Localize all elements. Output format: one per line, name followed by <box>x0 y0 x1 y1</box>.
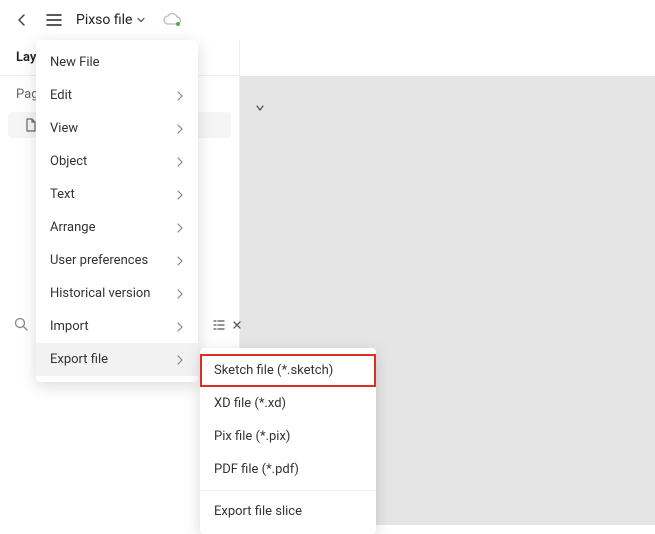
menu-item-label: User preferences <box>50 253 148 268</box>
file-title-dropdown[interactable]: Pixso file <box>76 12 146 28</box>
menu-item-label: Import <box>50 319 89 334</box>
list-icon[interactable] <box>212 318 226 332</box>
menu-item-edit[interactable]: Edit <box>36 79 198 112</box>
menu-toggle-button[interactable] <box>44 10 64 30</box>
submenu-item-xd[interactable]: XD file (*.xd) <box>200 387 376 420</box>
menu-item-arrange[interactable]: Arrange <box>36 211 198 244</box>
menu-item-label: Historical version <box>50 286 151 301</box>
search-icon <box>14 317 28 331</box>
menu-item-text[interactable]: Text <box>36 178 198 211</box>
menu-item-label: New File <box>50 55 100 70</box>
list-controls <box>212 318 242 332</box>
topbar: Pixso file <box>0 0 655 40</box>
chevron-right-icon <box>176 157 184 167</box>
chevron-right-icon <box>176 289 184 299</box>
submenu-divider <box>200 490 376 491</box>
menu-item-label: Arrange <box>50 220 95 235</box>
chevron-right-icon <box>176 322 184 332</box>
close-icon[interactable] <box>232 320 242 330</box>
chevron-right-icon <box>176 355 184 365</box>
chevron-right-icon <box>176 223 184 233</box>
file-title-text: Pixso file <box>76 12 132 28</box>
chevron-right-icon <box>176 124 184 134</box>
menu-item-label: Text <box>50 187 75 202</box>
menu-item-history[interactable]: Historical version <box>36 277 198 310</box>
menu-item-label: View <box>50 121 78 136</box>
menu-item-label: Object <box>50 154 87 169</box>
submenu-item-sketch[interactable]: Sketch file (*.sketch) <box>200 354 376 387</box>
chevron-right-icon <box>176 256 184 266</box>
menu-item-user-prefs[interactable]: User preferences <box>36 244 198 277</box>
menu-item-export-file[interactable]: Export file <box>36 343 198 376</box>
menu-item-object[interactable]: Object <box>36 145 198 178</box>
canvas-toolbar <box>248 96 272 120</box>
chevron-right-icon <box>176 190 184 200</box>
submenu-item-pix[interactable]: Pix file (*.pix) <box>200 420 376 453</box>
menu-item-new-file[interactable]: New File <box>36 46 198 79</box>
collapse-toggle[interactable] <box>248 96 272 120</box>
cloud-sync-icon <box>162 13 182 27</box>
menu-item-label: Export file <box>50 352 108 367</box>
menu-item-label: Edit <box>50 88 72 103</box>
back-button[interactable] <box>12 10 32 30</box>
menu-item-view[interactable]: View <box>36 112 198 145</box>
chevron-down-icon <box>136 15 146 25</box>
menu-item-import[interactable]: Import <box>36 310 198 343</box>
main-menu: New File Edit View Object Text Arrange U… <box>36 40 198 382</box>
chevron-right-icon <box>176 91 184 101</box>
submenu-item-pdf[interactable]: PDF file (*.pdf) <box>200 453 376 486</box>
export-submenu: Sketch file (*.sketch) XD file (*.xd) Pi… <box>200 348 376 534</box>
submenu-item-slice[interactable]: Export file slice <box>200 495 376 528</box>
